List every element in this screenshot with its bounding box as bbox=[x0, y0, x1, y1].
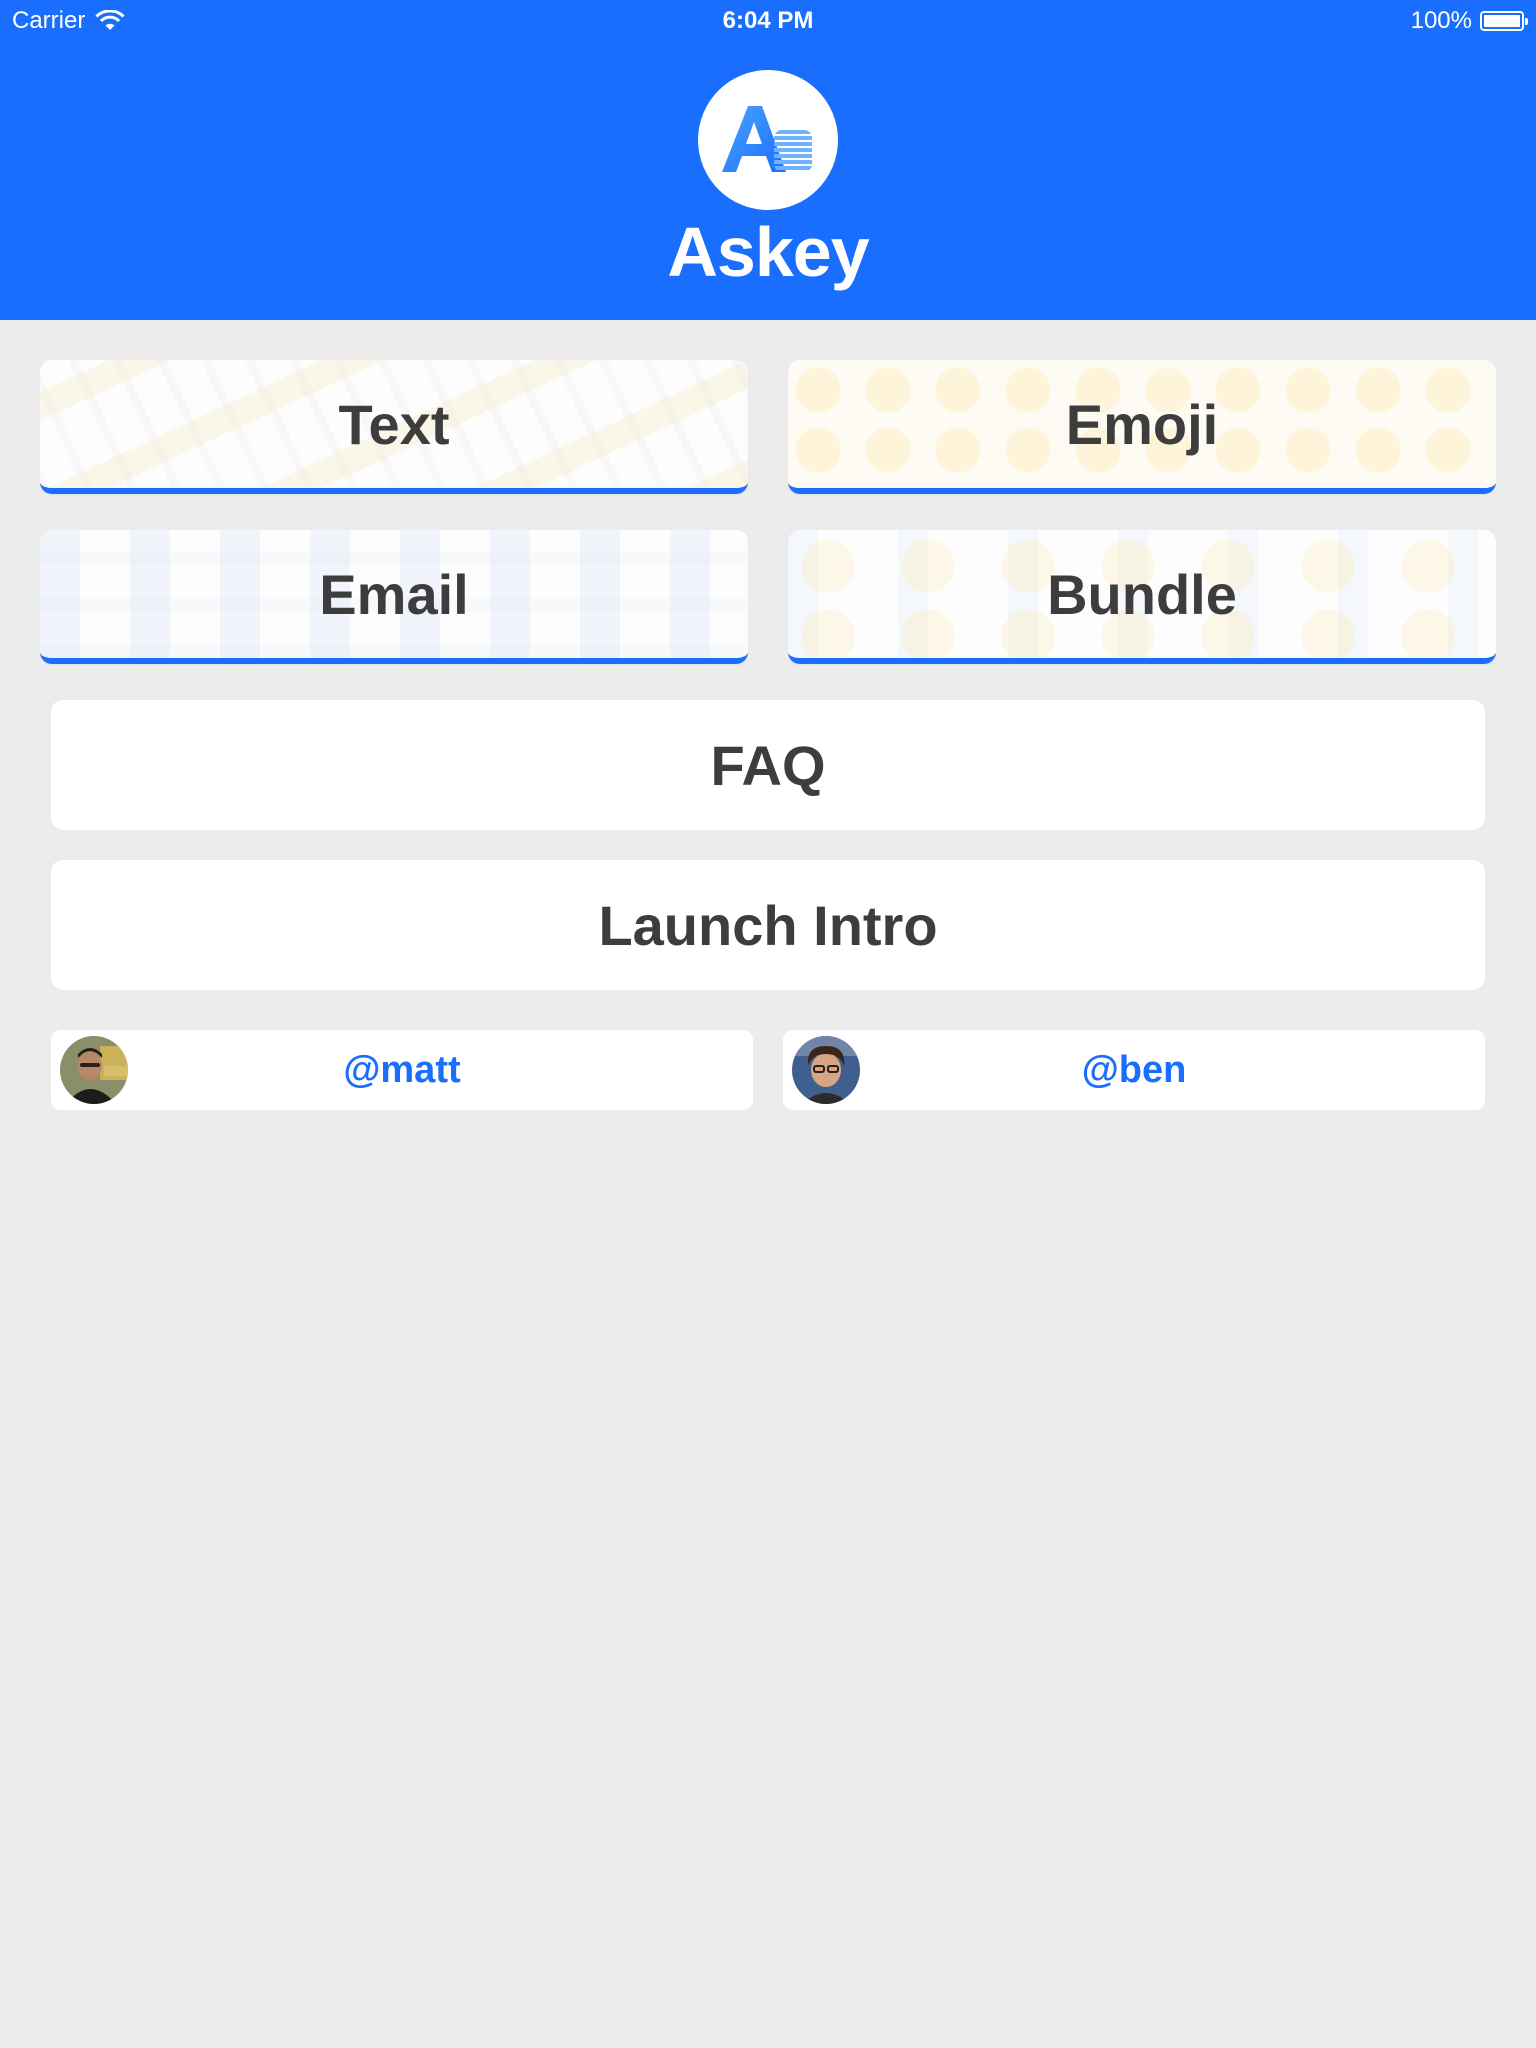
text-category-label: Text bbox=[338, 392, 450, 456]
launch-intro-button[interactable]: Launch Intro bbox=[51, 860, 1485, 990]
avatar bbox=[792, 1036, 860, 1104]
author-matt-button[interactable]: @matt bbox=[51, 1030, 753, 1110]
text-category-button[interactable]: Text bbox=[40, 360, 748, 494]
battery-icon bbox=[1480, 11, 1528, 31]
author-matt-handle: @matt bbox=[343, 1048, 461, 1091]
app-title: Askey bbox=[667, 213, 869, 291]
matt-avatar-image bbox=[60, 1036, 128, 1104]
emoji-category-label: Emoji bbox=[1065, 392, 1219, 456]
faq-button[interactable]: FAQ bbox=[51, 700, 1485, 830]
avatar bbox=[60, 1036, 128, 1104]
emoji-category-button[interactable]: Emoji bbox=[788, 360, 1496, 494]
author-ben-handle: @ben bbox=[1081, 1048, 1187, 1091]
status-bar: Carrier 6:04 PM 100% bbox=[0, 0, 1536, 40]
author-ben-button[interactable]: @ben bbox=[783, 1030, 1485, 1110]
email-category-label: Email bbox=[319, 562, 469, 626]
battery-indicator: 100% bbox=[1410, 7, 1528, 35]
battery-fill bbox=[1484, 15, 1520, 27]
app-logo bbox=[698, 70, 838, 210]
ben-avatar-image bbox=[792, 1036, 860, 1104]
bundle-category-label: Bundle bbox=[1047, 562, 1237, 626]
battery-percent: 100% bbox=[1410, 7, 1472, 34]
aa-logo-icon bbox=[722, 106, 812, 172]
email-category-button[interactable]: Email bbox=[40, 530, 748, 664]
status-time: 6:04 PM bbox=[722, 7, 814, 34]
app-header: Carrier 6:04 PM 100% Askey bbox=[0, 0, 1536, 320]
bundle-category-button[interactable]: Bundle bbox=[788, 530, 1496, 664]
